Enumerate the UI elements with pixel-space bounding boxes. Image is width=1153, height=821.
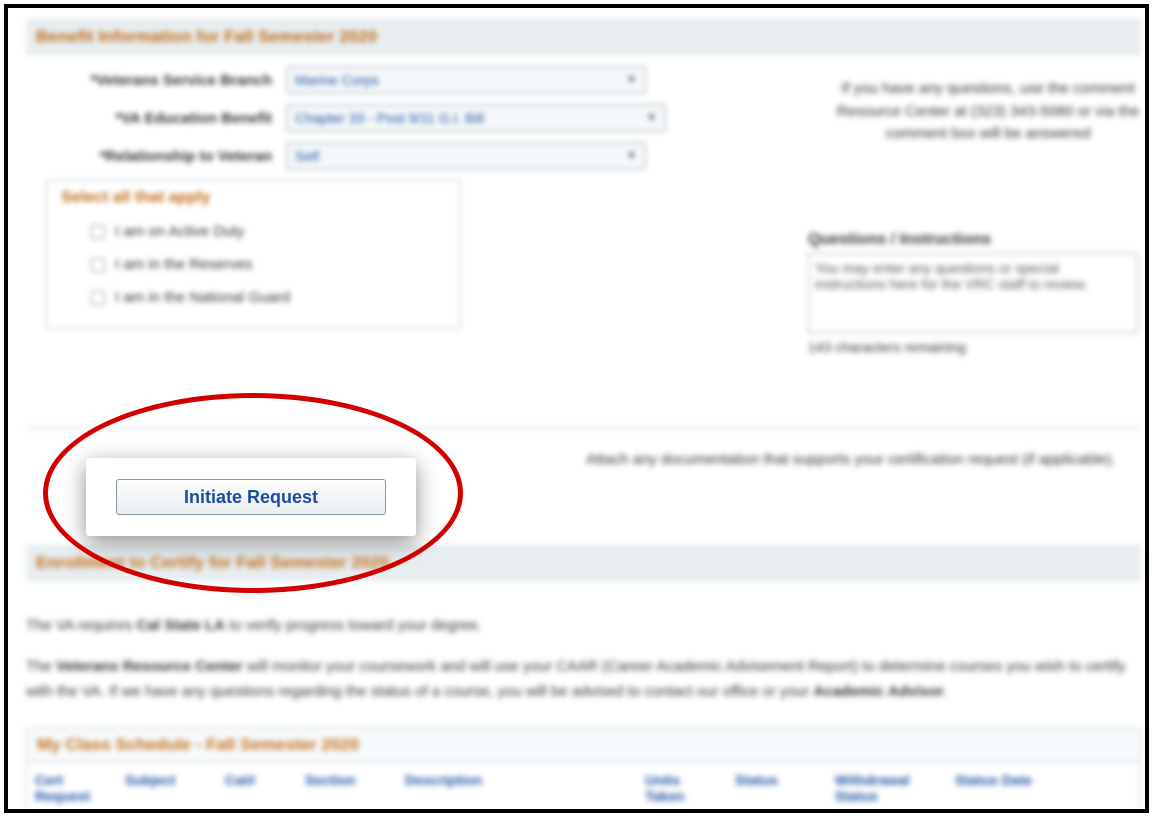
- th-description[interactable]: Description: [397, 762, 637, 813]
- th-status[interactable]: Status: [727, 762, 827, 813]
- textarea-questions[interactable]: You may enter any questions or special i…: [808, 253, 1138, 333]
- checkbox-label: I am in the National Guard: [115, 289, 290, 306]
- help-text: If you have any questions, use the comme…: [808, 78, 1149, 146]
- checkbox-label: I am in the Reserves: [115, 256, 253, 273]
- enrollment-description: The VA requires Cal State LA to verify p…: [26, 598, 1141, 720]
- dropdown-value: Marine Corps: [295, 72, 379, 88]
- select-all-fieldset: Select all that apply I am on Active Dut…: [46, 180, 461, 329]
- initiate-request-container: Initiate Request: [86, 458, 416, 536]
- checkbox-icon[interactable]: [91, 258, 105, 272]
- label-va-education-benefit: *VA Education Benefit: [26, 110, 286, 127]
- select-all-title: Select all that apply: [61, 189, 446, 215]
- dropdown-value: Self: [295, 148, 319, 164]
- th-status-date[interactable]: Status Date: [947, 762, 1077, 813]
- checkbox-icon[interactable]: [91, 291, 105, 305]
- th-units-taken[interactable]: Units Taken: [637, 762, 727, 813]
- attach-instruction-text: Attach any documentation that supports y…: [586, 449, 1115, 472]
- th-cat[interactable]: Cat#: [217, 762, 297, 813]
- chevron-down-icon: ▼: [646, 112, 657, 124]
- th-cert-request[interactable]: Cert Request: [27, 762, 117, 813]
- chevron-down-icon: ▼: [626, 150, 637, 162]
- dropdown-relationship[interactable]: Self ▼: [286, 142, 646, 170]
- th-withdrawal[interactable]: Withdrawal Status: [827, 762, 947, 813]
- schedule-table-header: Cert Request Subject Cat# Section Descri…: [26, 761, 1141, 813]
- checkbox-row-national-guard[interactable]: I am in the National Guard: [61, 281, 446, 314]
- label-relationship: *Relationship to Veteran: [26, 148, 286, 165]
- dropdown-service-branch[interactable]: Marine Corps ▼: [286, 66, 646, 94]
- schedule-title: My Class Schedule - Fall Semester 2020: [26, 728, 1141, 761]
- checkbox-icon[interactable]: [91, 225, 105, 239]
- label-questions-instructions: Questions / Instructions: [808, 231, 1149, 253]
- dropdown-va-benefit[interactable]: Chapter 33 - Post 9/11 G.I. Bill ▼: [286, 104, 666, 132]
- char-remaining: 143 characters remaining: [808, 333, 1149, 355]
- th-section[interactable]: Section: [297, 762, 397, 813]
- th-subject[interactable]: Subject: [117, 762, 217, 813]
- initiate-request-button[interactable]: Initiate Request: [116, 479, 386, 515]
- chevron-down-icon: ▼: [626, 74, 637, 86]
- section-header-enrollment: Enrollment to Certify for Fall Semester …: [26, 546, 1141, 580]
- section-header-benefit-info: Benefit Information for Fall Semester 20…: [26, 20, 1141, 54]
- dropdown-value: Chapter 33 - Post 9/11 G.I. Bill: [295, 110, 484, 126]
- checkbox-row-active-duty[interactable]: I am on Active Duty: [61, 215, 446, 248]
- checkbox-row-reserves[interactable]: I am in the Reserves: [61, 248, 446, 281]
- checkbox-label: I am on Active Duty: [115, 223, 244, 240]
- label-service-branch: *Veterans Service Branch: [26, 72, 286, 89]
